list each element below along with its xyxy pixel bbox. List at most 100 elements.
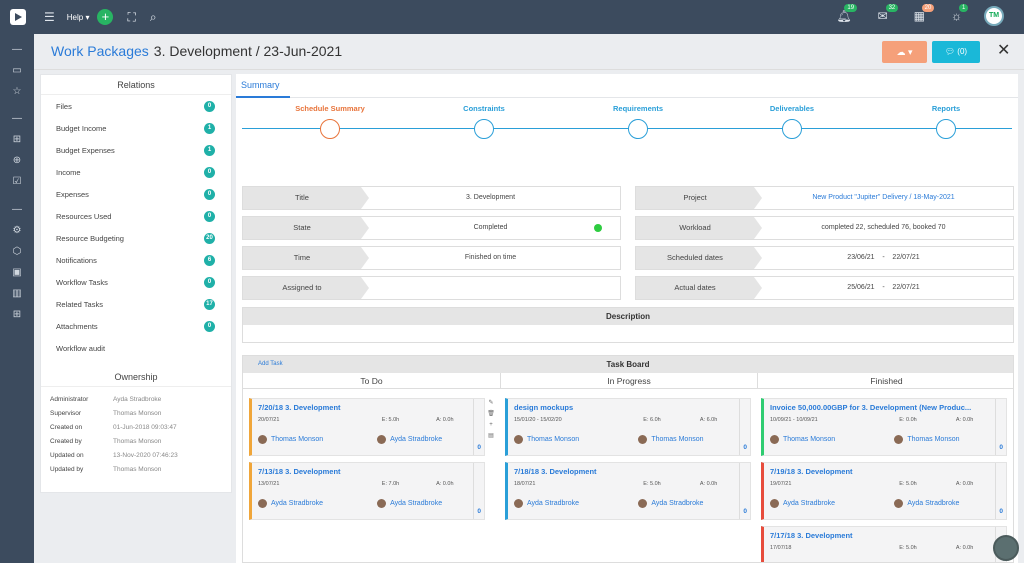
bell-badge: 19 — [844, 4, 858, 12]
person-avatar — [258, 435, 267, 444]
calendar-icon[interactable]: ▦ 20 — [914, 4, 935, 23]
relation-item[interactable]: Income 0 — [41, 161, 231, 183]
upload-dropdown-button[interactable]: ☁ ▾ — [882, 41, 927, 63]
ownership-title: Ownership — [41, 367, 231, 387]
clipboard-icon[interactable]: ▤ — [487, 431, 495, 442]
field-value: completed 22, scheduled 76, booked 70 — [821, 224, 946, 231]
edit-icon[interactable]: ✎ — [487, 398, 495, 409]
task-card[interactable]: 7/20/18 3. Development 20/07/21 E: 5.0h A: … — [249, 398, 485, 456]
progress-steps: Schedule Summary Constraints Requirement… — [242, 104, 1012, 144]
comments-button[interactable]: 💬︎ (0) — [932, 41, 980, 63]
task-assignee[interactable]: Ayda Stradbroke — [770, 499, 835, 508]
task-card[interactable]: 7/18/18 3. Development 18/07/21 E: 5.0h A: … — [505, 462, 751, 520]
user-avatar[interactable]: TM — [984, 6, 1004, 26]
tab-summary[interactable]: Summary — [241, 80, 280, 90]
task-title[interactable]: Invoice 50,000.00GBP for 3. Development … — [770, 403, 992, 412]
relation-item[interactable]: Files 0 — [41, 95, 231, 117]
project-link[interactable]: New Product "Jupiter" Delivery / 18-May-… — [754, 187, 1013, 209]
hamburger-menu-icon[interactable]: ☰ — [44, 10, 55, 24]
step-deliverables[interactable]: Deliverables — [732, 104, 852, 139]
relation-item[interactable]: Expenses 0 — [41, 183, 231, 205]
task-title[interactable]: 7/13/18 3. Development — [258, 467, 470, 476]
task-owner[interactable]: Ayda Stradbroke — [377, 499, 442, 508]
ownership-row: Supervisor Thomas Monson — [41, 406, 231, 420]
relation-item[interactable]: Workflow Tasks 0 — [41, 271, 231, 293]
field-value — [361, 277, 620, 299]
assignee-name: Thomas Monson — [271, 436, 324, 443]
step-label: Reports — [931, 104, 961, 113]
task-assignee[interactable]: Thomas Monson — [514, 435, 579, 444]
task-owner[interactable]: Thomas Monson — [894, 435, 960, 444]
add-task-link[interactable]: Add Task — [258, 356, 283, 373]
settings-icon[interactable]: ⚙ — [0, 225, 34, 236]
relation-item[interactable]: Attachments 0 — [41, 315, 231, 337]
relation-item[interactable]: Workflow audit — [41, 337, 231, 359]
task-owner[interactable]: Ayda Stradbroke — [894, 499, 959, 508]
folder-icon[interactable]: ▭ — [0, 65, 34, 76]
field-label: Assigned to — [243, 277, 369, 299]
bell-icon[interactable]: 🔔︎ 19 — [836, 4, 858, 23]
step-requirements[interactable]: Requirements — [578, 104, 698, 139]
relation-item[interactable]: Related Tasks 17 — [41, 293, 231, 315]
task-owner[interactable]: Ayda Stradbroke — [638, 499, 703, 508]
breadcrumb-work-packages[interactable]: Work Packages — [51, 43, 149, 59]
relation-item[interactable]: Notifications 6 — [41, 249, 231, 271]
app-logo[interactable] — [10, 9, 26, 25]
task-title[interactable]: 7/19/18 3. Development — [770, 467, 992, 476]
relation-item[interactable]: Resources Used 0 — [41, 205, 231, 227]
relation-item[interactable]: Resource Budgeting 20 — [41, 227, 231, 249]
task-assignee[interactable]: Thomas Monson — [258, 435, 323, 444]
relation-item[interactable]: Budget Expenses 1 — [41, 139, 231, 161]
task-card[interactable]: 7/17/18 3. Development 17/07/18 E: 5.0h A: … — [761, 526, 1007, 562]
ownership-key: Updated on — [50, 451, 84, 459]
task-title[interactable]: 7/18/18 3. Development — [514, 467, 736, 476]
relations-panel: Relations Files 0 Budget Income 1 Budget Exp… — [40, 74, 232, 493]
relation-count-badge: 0 — [204, 320, 215, 332]
briefcase-icon[interactable]: ▣ — [0, 267, 34, 278]
field-value: 23/06/21 - 22/07/21 — [847, 254, 920, 261]
add-icon[interactable]: + — [487, 420, 495, 431]
task-owner[interactable]: Ayda Stradbroke — [377, 435, 442, 444]
task-title[interactable]: design mockups — [514, 403, 736, 412]
task-date: 19/07/21 — [770, 481, 792, 487]
relation-count-badge: 1 — [204, 122, 215, 134]
task-card[interactable]: design mockups 15/01/20 - 15/02/20 E: 6.0h… — [505, 398, 751, 456]
task-assignee[interactable]: Thomas Monson — [770, 435, 835, 444]
task-card[interactable]: 7/19/18 3. Development 19/07/21 E: 5.0h A: … — [761, 462, 1007, 520]
apps-icon[interactable]: ⊞ — [0, 309, 34, 320]
assistant-mascot-icon[interactable] — [993, 535, 1019, 561]
owner-name: Ayda Stradbroke — [390, 436, 443, 443]
task-assignee[interactable]: Ayda Stradbroke — [258, 499, 323, 508]
task-assignee[interactable]: Ayda Stradbroke — [514, 499, 579, 508]
task-owner[interactable]: Thomas Monson — [638, 435, 704, 444]
column-todo-header: To Do — [243, 373, 501, 389]
step-circle — [628, 119, 648, 139]
collapse-icon[interactable]: — — [0, 44, 34, 55]
add-circle-icon[interactable]: ⊕ — [0, 155, 34, 166]
step-reports[interactable]: Reports — [886, 104, 1006, 139]
mail-icon[interactable]: ✉ 32 — [878, 4, 899, 23]
add-new-icon[interactable]: + — [97, 9, 114, 25]
delete-icon[interactable]: 🗑︎ — [487, 409, 495, 420]
task-card[interactable]: 7/13/18 3. Development 13/07/21 E: 7.0h A: … — [249, 462, 485, 520]
task-title[interactable]: 7/17/18 3. Development — [770, 531, 992, 540]
step-label: Schedule Summary — [295, 104, 365, 113]
step-schedule-summary[interactable]: Schedule Summary — [270, 104, 390, 139]
column-in-progress-header: In Progress — [501, 373, 758, 389]
task-card[interactable]: Invoice 50,000.00GBP for 3. Development … — [761, 398, 1007, 456]
help-menu[interactable]: Help ▾ — [67, 13, 90, 22]
step-constraints[interactable]: Constraints — [424, 104, 544, 139]
sun-icon[interactable]: ☼ 1 — [951, 4, 969, 23]
field-scheduled-dates: Scheduled dates 23/06/21 - 22/07/21 — [635, 246, 1014, 270]
close-icon[interactable]: ✕ — [997, 40, 1010, 60]
dashboard-icon[interactable]: ⊞ — [0, 134, 34, 145]
chart-icon[interactable]: ▥ — [0, 288, 34, 299]
checkbox-icon[interactable]: ☑ — [0, 176, 34, 187]
search-icon[interactable]: ⌕ — [150, 10, 157, 25]
relation-item[interactable]: Budget Income 1 — [41, 117, 231, 139]
star-icon[interactable]: ☆ — [0, 86, 34, 97]
fullscreen-icon[interactable]: ⛶ — [127, 10, 135, 25]
task-title[interactable]: 7/20/18 3. Development — [258, 403, 470, 412]
cube-icon[interactable]: ⬡ — [0, 246, 34, 257]
relation-count-badge: 0 — [204, 210, 215, 222]
